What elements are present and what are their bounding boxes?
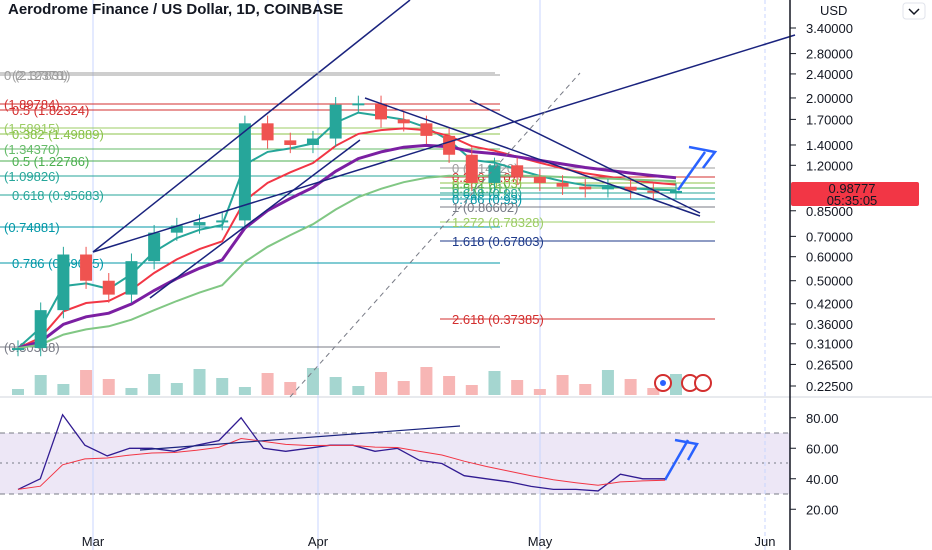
candle-body	[261, 123, 274, 141]
volume-bar	[238, 387, 251, 395]
volume-bar	[57, 384, 70, 395]
candle-body	[670, 190, 682, 193]
candle-body	[216, 220, 229, 223]
fib-level-label: (0.74881)	[4, 220, 60, 235]
fib-level-label: 0.5 (1.22786)	[12, 154, 89, 169]
events-icons[interactable]	[654, 374, 712, 392]
candle-body	[420, 123, 433, 136]
candle-body	[601, 186, 614, 190]
volume-bar	[511, 380, 524, 395]
volume-bar	[12, 389, 24, 395]
price-tick-label: 0.36000	[806, 317, 853, 332]
volume-bar	[80, 370, 93, 395]
candle-body	[579, 186, 592, 190]
volume-bar	[556, 375, 569, 395]
chevron-down-icon[interactable]	[902, 2, 926, 20]
rsi-tick-label: 80.00	[806, 411, 839, 426]
candle-body	[34, 310, 47, 349]
price-tick-label: 0.31000	[806, 337, 853, 352]
candle-body	[148, 232, 161, 262]
price-tick-label: 0.50000	[806, 274, 853, 289]
price-badge-countdown: 05:35:05	[827, 193, 878, 208]
fib-level-label: 0.382 (1.49889)	[12, 127, 104, 142]
rsi-band	[0, 433, 790, 494]
price-tick-label: 2.80000	[806, 47, 853, 62]
volume-bar	[352, 386, 365, 395]
volume-bar	[102, 379, 115, 395]
price-tick-label: 0.22500	[806, 379, 853, 394]
time-tick-label: Mar	[82, 534, 105, 549]
volume-bar	[488, 371, 501, 395]
volume-bar	[329, 377, 342, 395]
price-tick-label: 2.00000	[806, 91, 853, 106]
time-tick-label: Apr	[308, 534, 329, 549]
event-dot	[660, 380, 666, 386]
price-tick-label: 1.40000	[806, 138, 853, 153]
time-tick-label: Jun	[755, 534, 776, 549]
rsi-axis: 80.00 60.00 40.00 20.00	[790, 411, 839, 517]
rsi-tick-label: 60.00	[806, 441, 839, 456]
fib-level-label: 1.272 (0.78328)	[452, 215, 544, 230]
fib-level-label: (1.09826)	[4, 169, 60, 184]
rsi-tick-label: 40.00	[806, 472, 839, 487]
volume-bar	[34, 375, 47, 395]
volume-bar	[306, 368, 319, 395]
fib-level-label: 2.618 (0.37385)	[452, 312, 544, 327]
price-tick-label: 0.42000	[806, 297, 853, 312]
currency-label: USD	[820, 3, 847, 18]
volume-bar	[375, 372, 388, 395]
time-tick-label: May	[528, 534, 553, 549]
candle-body	[80, 254, 93, 281]
volume-bar	[216, 378, 229, 395]
price-tick-label: 0.60000	[806, 250, 853, 265]
volume-bar	[465, 385, 478, 395]
volume-bar	[125, 388, 138, 395]
volume-bar	[148, 374, 161, 395]
candle-body	[556, 182, 569, 187]
candle-body	[12, 348, 24, 351]
candle-body	[284, 140, 297, 145]
volume-bar	[193, 369, 206, 395]
volume-bar	[624, 379, 637, 395]
candle-body	[465, 154, 478, 183]
volume-bar	[601, 370, 614, 395]
volume-bar	[443, 376, 456, 395]
volume-bar	[284, 382, 297, 395]
candle-body	[329, 104, 342, 139]
volume-bar	[397, 381, 410, 395]
fib-level-label: 1.618 (0.67803)	[452, 234, 544, 249]
chart-canvas: 0 (2.37831)(2.12378)(1.89784)0.5 (1.8232…	[0, 0, 932, 550]
event-icon-3[interactable]	[694, 374, 712, 392]
volume-bar	[170, 383, 183, 395]
time-axis: Mar Apr May Jun	[82, 534, 776, 549]
candle-body	[102, 280, 115, 295]
fib-level-label: 0.5 (1.82324)	[12, 103, 89, 118]
volume-bar	[261, 373, 274, 395]
price-tick-label: 2.40000	[806, 67, 853, 82]
rsi-tick-label: 20.00	[806, 502, 839, 517]
candle-body	[397, 119, 410, 124]
candle-body	[125, 261, 138, 295]
candle-body	[352, 103, 365, 106]
candle-body	[193, 222, 206, 226]
price-tick-label: 0.70000	[806, 229, 853, 244]
candle-body	[57, 254, 70, 311]
candle-body	[511, 165, 524, 177]
fib-level-label: 0.618 (0.95683)	[12, 188, 104, 203]
price-tick-label: 1.70000	[806, 112, 853, 127]
volume-bar	[579, 384, 592, 395]
chart-title: Aerodrome Finance / US Dollar, 1D, COINB…	[8, 1, 344, 18]
candle-body	[533, 176, 546, 183]
price-tick-label: 1.20000	[806, 158, 853, 173]
price-tick-label: 3.40000	[806, 21, 853, 36]
volume-bar	[533, 389, 546, 395]
price-tick-label: 0.26500	[806, 357, 853, 372]
volume-bar	[420, 367, 433, 395]
fib-level-label: 1 (0.86602)	[452, 200, 519, 215]
fib-level-label: (2.12378)	[12, 68, 68, 83]
candle-body	[306, 138, 319, 145]
candle-body	[443, 135, 456, 155]
